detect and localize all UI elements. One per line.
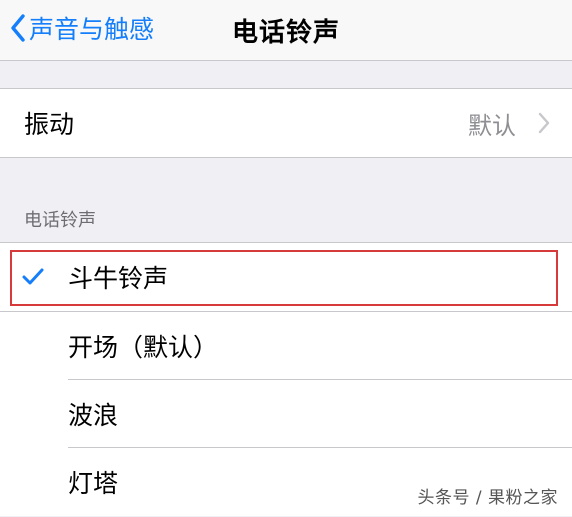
ringtone-item-selected[interactable]: 斗牛铃声: [0, 243, 572, 311]
ringtone-name: 灯塔: [68, 469, 119, 498]
ringtone-list: 斗牛铃声 开场（默认） 波浪 灯塔: [0, 242, 572, 516]
vibration-row[interactable]: 振动 默认: [0, 89, 572, 157]
ringtone-name: 开场（默认）: [68, 333, 219, 362]
section-header-ringtones: 电话铃声: [24, 210, 96, 231]
watermark: 头条号 / 果粉之家: [417, 488, 558, 508]
vibration-value: 默认: [468, 111, 516, 140]
checkmark-icon: [22, 268, 44, 285]
vibration-label: 振动: [24, 110, 75, 139]
ringtone-item[interactable]: 波浪: [0, 380, 572, 448]
chevron-right-icon: [538, 112, 550, 134]
navigation-bar: 声音与触感 电话铃声: [0, 0, 572, 61]
ringtone-name: 波浪: [68, 401, 119, 430]
ringtone-item[interactable]: 开场（默认）: [0, 311, 572, 380]
vibration-group: 振动 默认: [0, 88, 572, 158]
page-title: 电话铃声: [231, 18, 340, 48]
ringtone-name: 斗牛铃声: [68, 264, 169, 293]
